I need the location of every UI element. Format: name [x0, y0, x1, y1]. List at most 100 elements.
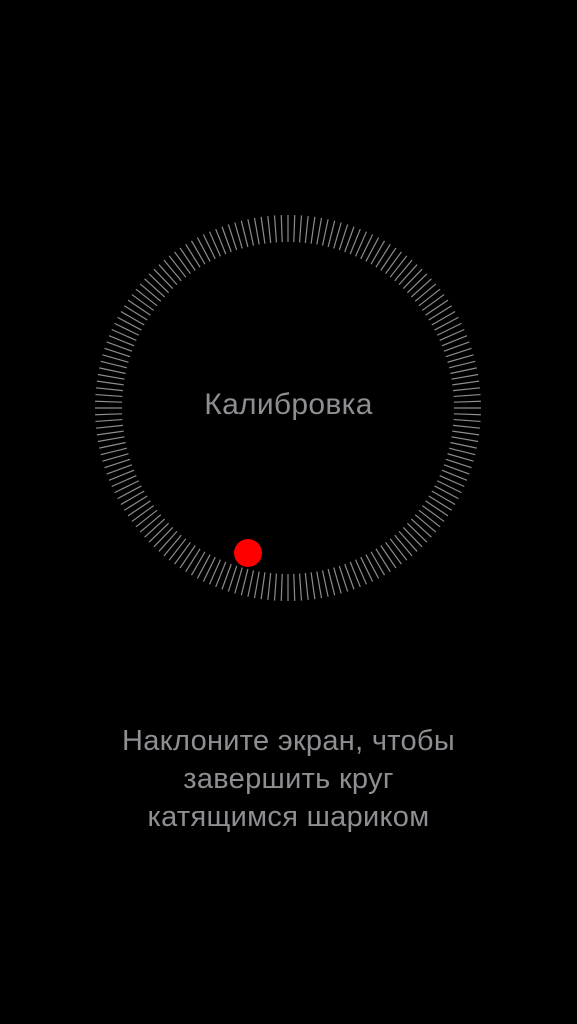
ring-tick	[273, 573, 278, 601]
ring-tick	[179, 545, 196, 569]
ring-tick	[196, 237, 211, 262]
ring-tick	[389, 538, 408, 561]
ring-tick	[450, 367, 477, 375]
ring-tick	[153, 268, 174, 290]
ring-tick	[310, 572, 316, 600]
ring-tick	[163, 534, 182, 557]
ring-tick	[168, 538, 187, 561]
ring-tick	[370, 240, 386, 265]
ring-tick	[398, 530, 418, 552]
ring-tick	[394, 534, 413, 557]
calibration-title: Калибровка	[204, 388, 373, 421]
ring-tick	[360, 556, 374, 582]
ring-tick	[102, 453, 129, 462]
ring-tick	[385, 541, 402, 565]
ring-tick	[202, 234, 216, 260]
ring-tick	[190, 240, 206, 265]
ring-tick	[293, 215, 296, 243]
ring-tick	[385, 251, 402, 275]
ring-tick	[398, 264, 418, 286]
ring-tick	[327, 220, 336, 248]
ring-tick	[321, 570, 329, 597]
ring-tick	[179, 247, 196, 271]
ring-tick	[114, 480, 140, 494]
ring-tick	[425, 500, 449, 517]
ring-tick	[124, 305, 148, 321]
ring-tick	[431, 310, 456, 326]
ring-tick	[380, 545, 397, 569]
ring-tick	[447, 453, 474, 462]
ring-tick	[135, 288, 158, 307]
ring-tick	[124, 495, 148, 511]
ring-tick	[448, 360, 476, 369]
ring-tick	[418, 509, 441, 528]
ring-tick	[260, 216, 266, 244]
ring-tick	[333, 222, 342, 249]
ring-tick	[434, 316, 459, 331]
ring-tick	[148, 522, 170, 543]
ring-tick	[421, 505, 445, 522]
ring-tick	[333, 567, 342, 594]
ring-tick	[316, 571, 323, 599]
ring-tick	[365, 554, 380, 579]
ring-tick	[406, 273, 428, 294]
ring-tick	[280, 215, 283, 243]
ring-tick	[174, 251, 191, 275]
ring-tick	[196, 554, 211, 579]
ring-tick	[117, 316, 142, 331]
instruction-line: Наклоните экран, чтобы	[122, 725, 455, 757]
ring-tick	[202, 556, 216, 582]
ring-tick	[163, 259, 182, 282]
instruction-line: катящимся шариком	[147, 801, 430, 833]
ring-tick	[144, 518, 166, 538]
ring-tick	[370, 551, 386, 576]
ring-tick	[436, 322, 462, 336]
ring-tick	[127, 500, 151, 517]
ring-tick	[450, 441, 477, 449]
ring-tick	[365, 237, 380, 262]
ring-tick	[410, 278, 432, 298]
ring-tick	[144, 278, 166, 298]
ring-tick	[298, 573, 303, 601]
ring-tick	[240, 568, 249, 596]
ring-tick	[100, 360, 128, 369]
ring-tick	[280, 573, 283, 601]
ring-tick	[421, 294, 445, 311]
ring-tick	[418, 288, 441, 307]
calibration-dial	[95, 215, 481, 601]
ring-tick	[153, 526, 174, 548]
ring-tick	[410, 518, 432, 538]
ring-tick	[158, 264, 178, 286]
ring-tick	[452, 430, 480, 436]
ring-tick	[453, 424, 481, 429]
ring-tick	[316, 217, 323, 245]
ring-tick	[273, 215, 278, 243]
ring-tick	[428, 305, 452, 321]
ring-tick	[402, 268, 423, 290]
ring-tick	[117, 485, 142, 500]
ring-tick	[452, 380, 480, 386]
ring-tick	[375, 244, 391, 268]
ring-tick	[436, 480, 462, 494]
ring-tick	[135, 509, 158, 528]
ring-tick	[247, 570, 255, 597]
rolling-ball	[234, 539, 262, 567]
ring-tick	[96, 430, 124, 436]
ring-tick	[389, 255, 408, 278]
ring-tick	[304, 215, 309, 243]
ring-tick	[293, 573, 296, 601]
ring-tick	[99, 441, 126, 449]
ring-tick	[139, 514, 162, 533]
ring-tick	[253, 217, 260, 245]
ring-tick	[131, 505, 155, 522]
ring-tick	[97, 436, 125, 443]
ring-tick	[360, 234, 374, 260]
ring-tick	[100, 447, 128, 456]
ring-tick	[428, 495, 452, 511]
ring-tick	[327, 568, 336, 596]
ring-tick	[260, 572, 266, 600]
ring-tick	[95, 424, 123, 429]
ring-tick	[247, 219, 255, 246]
ring-tick	[375, 548, 391, 572]
ring-tick	[402, 526, 423, 548]
